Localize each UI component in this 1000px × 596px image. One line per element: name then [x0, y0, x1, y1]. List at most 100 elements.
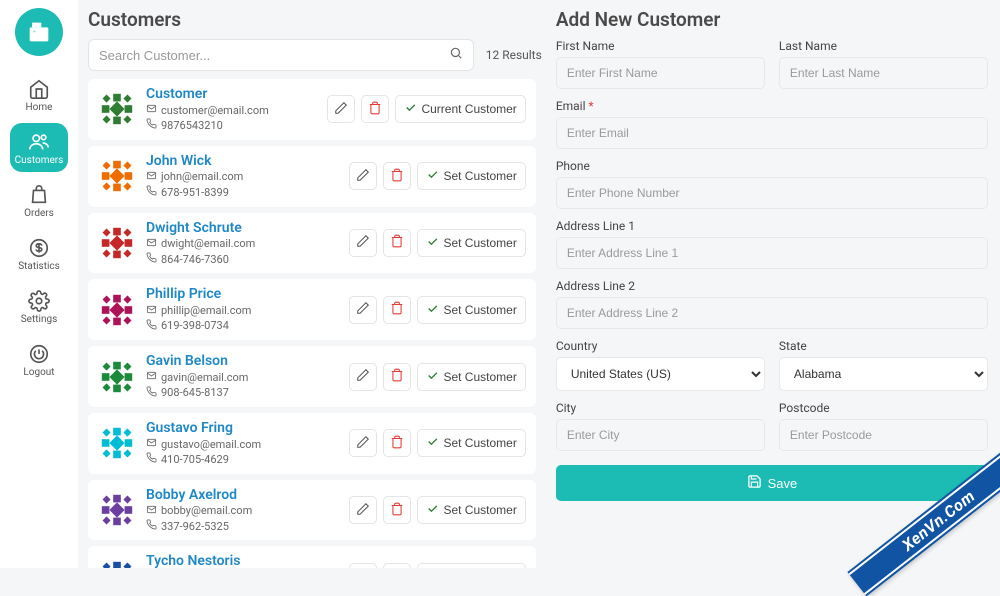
phone-icon [146, 185, 157, 200]
customer-card: Dwight Schrute dwight@email.com 864-746-… [88, 213, 536, 274]
delete-customer-button[interactable] [361, 95, 389, 123]
add-customer-title: Add New Customer [556, 8, 988, 31]
addr2-input[interactable] [556, 297, 988, 329]
customer-phone: 908-645-8137 [146, 386, 339, 401]
edit-customer-button[interactable] [349, 162, 377, 190]
gear-icon [28, 290, 50, 312]
edit-customer-button[interactable] [349, 363, 377, 391]
customer-avatar [98, 491, 136, 529]
customer-card: Tycho Nestoris tycho@email.com 805-239-6… [88, 546, 536, 568]
customer-card: Customer customer@email.com 9876543210 C… [88, 79, 536, 140]
postcode-input[interactable] [779, 419, 988, 451]
nav-label: Customers [15, 155, 64, 166]
delete-customer-button[interactable] [383, 296, 411, 324]
nav-home[interactable]: Home [10, 70, 68, 119]
city-input[interactable] [556, 419, 765, 451]
search-input[interactable] [99, 48, 449, 63]
delete-customer-button[interactable] [383, 496, 411, 524]
customer-phone: 337-962-5325 [146, 519, 339, 534]
check-icon [426, 369, 439, 385]
delete-customer-button[interactable] [383, 162, 411, 190]
pencil-icon [334, 101, 348, 118]
edit-customer-button[interactable] [349, 229, 377, 257]
nav-customers[interactable]: Customers [10, 123, 68, 172]
edit-customer-button[interactable] [349, 496, 377, 524]
customer-avatar [98, 157, 136, 195]
edit-customer-button[interactable] [349, 429, 377, 457]
edit-customer-button[interactable] [349, 296, 377, 324]
customer-info: Gustavo Fring gustavo@email.com 410-705-… [146, 419, 339, 468]
customer-name[interactable]: John Wick [146, 152, 339, 170]
delete-customer-button[interactable] [383, 429, 411, 457]
delete-customer-button[interactable] [383, 229, 411, 257]
set-customer-button[interactable]: Set Customer [417, 563, 525, 568]
envelope-icon [146, 304, 157, 319]
email-input[interactable] [556, 117, 988, 149]
label-state: State [779, 339, 988, 353]
search-box [88, 39, 474, 71]
customer-info: Customer customer@email.com 9876543210 [146, 85, 317, 134]
card-actions: Set Customer [349, 296, 525, 324]
trash-icon [390, 234, 404, 251]
customer-name[interactable]: Customer [146, 85, 317, 103]
nav-label: Settings [21, 314, 58, 325]
logout-icon [28, 343, 50, 365]
customer-phone: 864-746-7360 [146, 252, 339, 267]
trash-icon [390, 435, 404, 452]
state-select[interactable]: Alabama [779, 357, 988, 391]
trash-icon [368, 101, 382, 118]
set-customer-button[interactable]: Set Customer [417, 363, 525, 391]
pencil-icon [356, 435, 370, 452]
customer-phone: 619-398-0734 [146, 319, 339, 334]
check-icon [426, 502, 439, 518]
customer-avatar [98, 358, 136, 396]
label-phone: Phone [556, 159, 988, 173]
users-icon [28, 131, 50, 153]
save-button[interactable]: Save [556, 465, 988, 501]
check-icon [426, 235, 439, 251]
set-customer-button[interactable]: Set Customer [417, 496, 525, 524]
edit-customer-button[interactable] [349, 563, 377, 568]
customer-name[interactable]: Bobby Axelrod [146, 486, 339, 504]
customer-phone: 9876543210 [146, 118, 317, 133]
current-customer-button[interactable]: Current Customer [395, 95, 525, 123]
set-customer-button[interactable]: Set Customer [417, 296, 525, 324]
envelope-icon [146, 103, 157, 118]
delete-customer-button[interactable] [383, 363, 411, 391]
customer-info: Gavin Belson gavin@email.com 908-645-813… [146, 352, 339, 401]
customer-list: Customer customer@email.com 9876543210 C… [88, 79, 542, 568]
nav-orders[interactable]: Orders [10, 176, 68, 225]
card-actions: Current Customer [327, 95, 525, 123]
home-icon [28, 78, 50, 100]
customer-name[interactable]: Phillip Price [146, 285, 339, 303]
addr1-input[interactable] [556, 237, 988, 269]
customer-name[interactable]: Gustavo Fring [146, 419, 339, 437]
last-name-input[interactable] [779, 57, 988, 89]
card-actions: Set Customer [349, 496, 525, 524]
nav-statistics[interactable]: Statistics [10, 229, 68, 278]
edit-customer-button[interactable] [327, 95, 355, 123]
customer-avatar [98, 558, 136, 568]
customer-email: dwight@email.com [146, 237, 339, 252]
check-icon [404, 101, 417, 117]
phone-input[interactable] [556, 177, 988, 209]
nav-logout[interactable]: Logout [10, 335, 68, 384]
label-addr2: Address Line 2 [556, 279, 988, 293]
set-customer-button[interactable]: Set Customer [417, 429, 525, 457]
nav-settings[interactable]: Settings [10, 282, 68, 331]
set-customer-button[interactable]: Set Customer [417, 162, 525, 190]
results-count: 12 Results [486, 48, 542, 62]
customer-name[interactable]: Dwight Schrute [146, 219, 339, 237]
country-select[interactable]: United States (US) [556, 357, 765, 391]
customer-name[interactable]: Gavin Belson [146, 352, 339, 370]
customer-email: phillip@email.com [146, 304, 339, 319]
pencil-icon [356, 368, 370, 385]
delete-customer-button[interactable] [383, 563, 411, 568]
customer-info: John Wick john@email.com 678-951-8399 [146, 152, 339, 201]
customer-info: Phillip Price phillip@email.com 619-398-… [146, 285, 339, 334]
customer-name[interactable]: Tycho Nestoris [146, 552, 339, 568]
nav-label: Home [26, 102, 53, 113]
card-actions: Set Customer [349, 429, 525, 457]
first-name-input[interactable] [556, 57, 765, 89]
set-customer-button[interactable]: Set Customer [417, 229, 525, 257]
